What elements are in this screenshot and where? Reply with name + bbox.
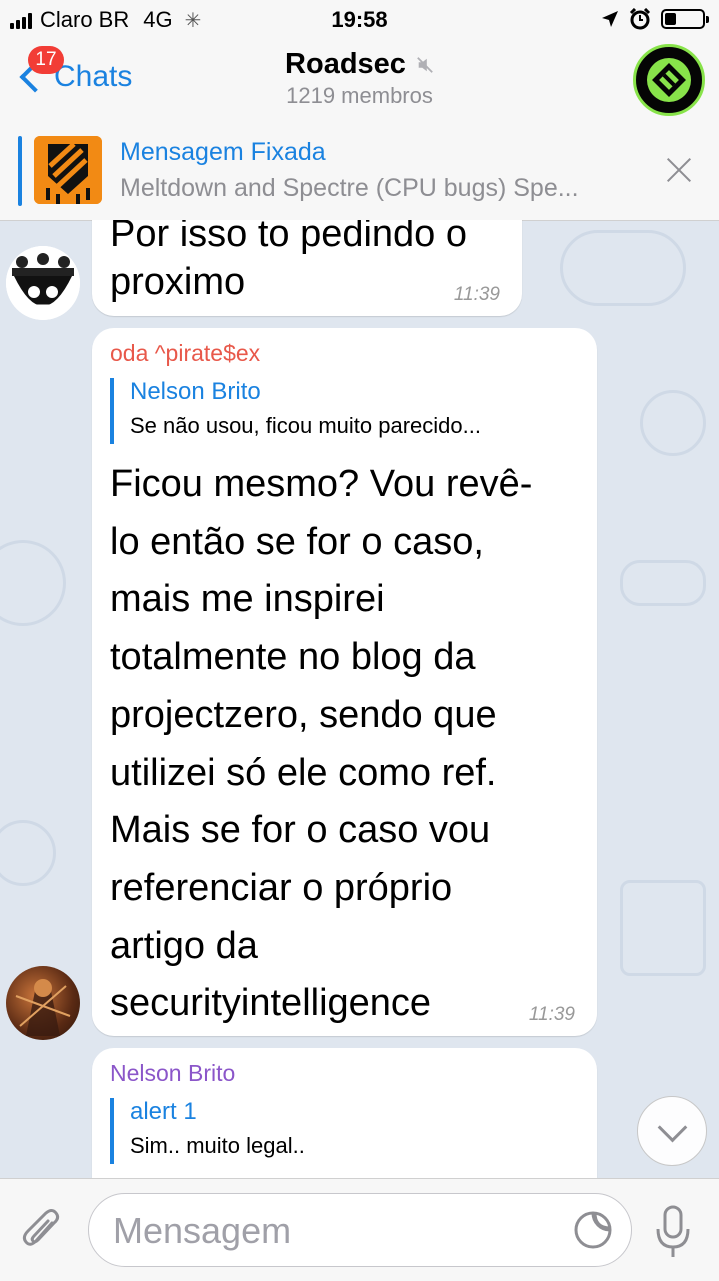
sender-avatar[interactable]: [6, 246, 80, 320]
message-text-line: utilizei só ele como ref.: [110, 751, 497, 794]
pinned-message-bar[interactable]: Mensagem Fixada Meltdown and Spectre (CP…: [0, 122, 719, 221]
pinned-thumbnail: [34, 136, 102, 204]
chat-title: Roadsec: [285, 48, 406, 80]
roadsec-logo-icon: [647, 58, 691, 102]
message-text-line: securityintelligence: [110, 982, 432, 1025]
message-time: 11:39: [528, 1004, 575, 1025]
reply-preview[interactable]: alert 1 Sim.. muito legal..: [110, 1098, 580, 1164]
close-icon[interactable]: [665, 156, 693, 184]
member-count: 1219 membros: [286, 83, 433, 108]
battery-icon: [661, 9, 709, 29]
alarm-icon: [629, 8, 651, 30]
background-doodle: [0, 820, 56, 886]
message-bubble[interactable]: Nelson Brito alert 1 Sim.. muito legal..: [92, 1048, 597, 1178]
reply-author: alert 1: [130, 1098, 197, 1125]
message-text: Ficou mesmo? Vou revê- lo então se for o…: [110, 456, 532, 1033]
message-text-line: projectzero, sendo que: [110, 693, 497, 736]
scroll-to-bottom-button[interactable]: [637, 1096, 707, 1166]
message-text-line: artigo da: [110, 924, 258, 967]
warrior-avatar-icon: [15, 979, 71, 1036]
message-list[interactable]: Por isso to pedindo o proximo 11:39 oda …: [0, 220, 719, 1178]
message-text-line: referenciar o próprio: [110, 866, 453, 909]
message-field[interactable]: [88, 1193, 632, 1267]
sender-name[interactable]: oda ^pirate$ex: [110, 340, 260, 367]
pinned-text: Meltdown and Spectre (CPU bugs) Spe...: [120, 174, 579, 202]
attach-paperclip-icon[interactable]: [22, 1209, 62, 1253]
skull-avatar-icon: [6, 246, 80, 320]
chat-title-area[interactable]: Roadsec 1219 membros: [0, 48, 719, 109]
message-bubble[interactable]: oda ^pirate$ex Nelson Brito Se não usou,…: [92, 328, 597, 1036]
message-text-line: Por isso to pedindo o: [110, 220, 468, 255]
background-doodle: [0, 540, 66, 626]
background-doodle: [640, 390, 706, 456]
message-input[interactable]: [111, 1204, 555, 1258]
spectre-logo-icon: [34, 136, 102, 204]
message-text-line: proximo: [110, 261, 246, 303]
background-doodle: [560, 230, 686, 306]
message-text-line: Ficou mesmo? Vou revê-: [110, 463, 533, 505]
message-bubble[interactable]: Por isso to pedindo o proximo 11:39: [92, 220, 522, 316]
muted-speaker-icon: [417, 56, 433, 73]
reply-preview[interactable]: Nelson Brito Se não usou, ficou muito pa…: [110, 378, 580, 444]
reply-text: Sim.. muito legal..: [130, 1133, 305, 1158]
status-bar: Claro BR 4G ✳ 19:58: [0, 0, 719, 40]
chat-header: Chats 17 Roadsec 1219 membros: [0, 40, 719, 123]
message-text-line: totalmente no blog da: [110, 636, 476, 679]
message-text-line: lo então se for o caso,: [110, 520, 484, 563]
sender-name[interactable]: Nelson Brito: [110, 1060, 235, 1087]
chevron-down-icon: [657, 1112, 688, 1143]
reply-text: Se não usou, ficou muito parecido...: [130, 413, 481, 438]
location-arrow-icon: [602, 11, 618, 27]
message-text-line: mais me inspirei: [110, 578, 385, 621]
background-doodle: [620, 880, 706, 976]
microphone-icon[interactable]: [653, 1205, 693, 1261]
message-text-line: Mais se for o caso vou: [110, 809, 491, 852]
background-doodle: [620, 560, 706, 606]
status-right: [601, 8, 709, 30]
sticker-icon[interactable]: [573, 1210, 613, 1250]
sender-avatar[interactable]: [6, 966, 80, 1040]
message-time: 11:39: [453, 284, 500, 305]
pinned-title: Mensagem Fixada: [120, 138, 326, 166]
message-input-bar: [0, 1178, 719, 1281]
pinned-accent-bar: [18, 136, 22, 206]
group-avatar[interactable]: [633, 44, 705, 116]
reply-author: Nelson Brito: [130, 378, 261, 405]
